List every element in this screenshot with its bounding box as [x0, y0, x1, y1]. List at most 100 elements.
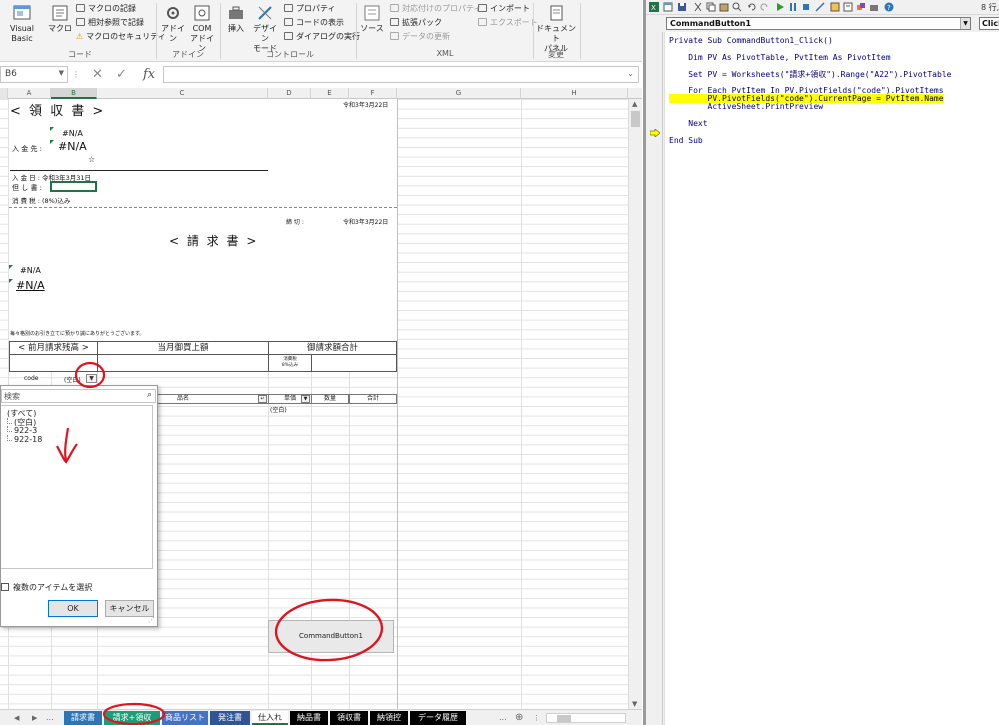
- active-cell-b6[interactable]: [50, 181, 97, 192]
- insert-control-button[interactable]: 挿入: [224, 4, 248, 34]
- pause-icon[interactable]: [788, 2, 798, 12]
- filter-ok-button[interactable]: OK: [48, 600, 98, 617]
- filter-item-922-18[interactable]: 922-18: [7, 435, 42, 444]
- insert-module-icon[interactable]: [663, 2, 673, 12]
- excel-icon[interactable]: X: [649, 2, 659, 12]
- col-header-a[interactable]: A: [8, 88, 51, 99]
- resize-grip-icon[interactable]: ⋰: [148, 616, 155, 624]
- col-header-f[interactable]: F: [349, 88, 397, 99]
- filter-dropdown-button[interactable]: ▼: [86, 374, 97, 383]
- scroll-thumb[interactable]: [631, 111, 640, 127]
- col-header-g[interactable]: G: [397, 88, 521, 99]
- com-addin-button[interactable]: COM アドイン: [188, 4, 216, 54]
- pivot-filter-dropdown[interactable]: 検索 ⌕ (すべて) (空白) 922-3 922-18 複数のアイテムを選択 O…: [0, 385, 158, 627]
- run-icon[interactable]: [775, 2, 785, 12]
- col-header-h[interactable]: H: [521, 88, 628, 99]
- code-line[interactable]: End Sub: [669, 136, 703, 145]
- macro-button[interactable]: マクロ: [47, 4, 73, 34]
- scroll-down-icon[interactable]: ▼: [632, 700, 637, 708]
- export-button[interactable]: エクスポート: [478, 18, 538, 28]
- document-panel-button[interactable]: ドキュメント パネル: [536, 4, 576, 54]
- col-header-c[interactable]: C: [97, 88, 268, 99]
- sheet-tab[interactable]: データ履歴: [410, 711, 466, 725]
- object-selector[interactable]: CommandButton1 ▼: [666, 17, 971, 30]
- tab-more-right[interactable]: ...: [499, 711, 507, 725]
- procedure-selector[interactable]: Click: [979, 17, 999, 30]
- filter-item-list[interactable]: (すべて) (空白) 922-3 922-18: [1, 405, 153, 569]
- sheet-tab[interactable]: 納品書: [290, 711, 328, 725]
- undo-icon[interactable]: [747, 2, 757, 12]
- add-sheet-icon[interactable]: ⊕: [515, 711, 523, 725]
- tab-more-left[interactable]: ...: [46, 711, 54, 725]
- redo-icon[interactable]: [759, 2, 769, 12]
- name-box[interactable]: B6 ▼: [0, 66, 68, 83]
- sheet-tab[interactable]: 商品リスト: [162, 711, 208, 725]
- paste-icon[interactable]: [719, 2, 729, 12]
- run-dialog-button[interactable]: ダイアログの実行: [284, 32, 360, 42]
- design-mode-icon[interactable]: [815, 2, 825, 12]
- col-header-e[interactable]: E: [311, 88, 349, 99]
- vertical-scrollbar[interactable]: ▲ ▼: [628, 99, 642, 709]
- enter-icon[interactable]: ✓: [116, 66, 127, 83]
- code-line[interactable]: Next: [669, 119, 707, 128]
- tax-incl-line-1: 消費税: [283, 357, 297, 362]
- expand-formula-icon[interactable]: ⌄: [627, 69, 634, 78]
- multi-select-checkbox[interactable]: 複数のアイテムを選択: [1, 582, 92, 593]
- copy-icon[interactable]: [706, 2, 716, 12]
- code-margin[interactable]: [646, 32, 663, 725]
- record-macro-button[interactable]: マクロの記録: [76, 4, 136, 14]
- tab-next-icon[interactable]: ▶: [32, 711, 37, 725]
- addin-button[interactable]: アドイン: [160, 4, 186, 44]
- document-panel-icon: [550, 5, 563, 21]
- save-icon[interactable]: [677, 2, 687, 12]
- sheet-tab[interactable]: 仕入れ: [252, 711, 288, 725]
- tab-prev-icon[interactable]: ◀: [14, 711, 19, 725]
- cut-icon[interactable]: [693, 2, 703, 12]
- filter-search-input[interactable]: 検索 ⌕: [1, 389, 156, 403]
- sheet-tab[interactable]: 請求書: [64, 711, 102, 725]
- stop-icon[interactable]: [801, 2, 811, 12]
- relative-ref-button[interactable]: 相対参照で記録: [76, 18, 144, 28]
- formula-input[interactable]: ⌄: [163, 66, 639, 83]
- code-line[interactable]: ActiveSheet.PrintPreview: [669, 102, 824, 111]
- refresh-data-button[interactable]: データの更新: [390, 32, 450, 42]
- visual-basic-button[interactable]: Visual Basic: [0, 4, 44, 44]
- code-window[interactable]: Private Sub CommandButton1_Click() Dim P…: [664, 32, 999, 725]
- checkbox-icon[interactable]: [1, 583, 9, 591]
- sheet-tab[interactable]: 発注書: [210, 711, 250, 725]
- chevron-down-icon[interactable]: ▼: [960, 18, 970, 29]
- code-line[interactable]: Dim PV As PivotTable, PvtItem As PivotIt…: [669, 53, 890, 62]
- sheet-tab[interactable]: 領収書: [330, 711, 368, 725]
- map-properties-button[interactable]: 対応付けのプロパティ: [390, 4, 482, 14]
- col-header-b[interactable]: B: [51, 88, 97, 99]
- sheet-tab[interactable]: 請求+領収: [104, 711, 160, 725]
- item-name-filter-button[interactable]: ↵: [258, 395, 267, 403]
- col-header-d[interactable]: D: [268, 88, 311, 99]
- scroll-up-icon[interactable]: ▲: [632, 100, 637, 108]
- toolbox-icon[interactable]: [869, 2, 879, 12]
- project-explorer-icon[interactable]: [830, 2, 840, 12]
- h-scroll-thumb[interactable]: [557, 715, 571, 722]
- help-icon[interactable]: ?: [884, 2, 894, 12]
- design-mode-button[interactable]: デザイン モード: [250, 4, 280, 54]
- sheet-tab[interactable]: 納領控: [370, 711, 408, 725]
- find-icon[interactable]: [732, 2, 742, 12]
- expansion-packs-button[interactable]: 拡張パック: [390, 18, 442, 28]
- code-line[interactable]: Private Sub CommandButton1_Click(): [669, 36, 833, 45]
- horizontal-scrollbar[interactable]: [546, 713, 626, 723]
- filter-item-922-3[interactable]: 922-3: [7, 426, 37, 435]
- properties-button[interactable]: プロパティ: [284, 4, 336, 14]
- macro-security-button[interactable]: ⚠ マクロのセキュリティ: [76, 32, 166, 42]
- view-code-button[interactable]: コードの表示: [284, 18, 344, 28]
- select-all-corner[interactable]: [0, 88, 8, 99]
- properties-window-icon[interactable]: [843, 2, 853, 12]
- object-browser-icon[interactable]: [856, 2, 866, 12]
- unit-price-filter-button[interactable]: ▼: [301, 395, 310, 403]
- command-button-1[interactable]: CommandButton1: [268, 620, 394, 653]
- cancel-icon[interactable]: ✕: [92, 66, 103, 83]
- code-line[interactable]: Set PV = Worksheets("請求+領収").Range("A22"…: [669, 69, 951, 80]
- insert-function-button[interactable]: fx: [143, 66, 155, 83]
- import-button[interactable]: インポート: [478, 4, 530, 14]
- filter-cancel-button[interactable]: キャンセル: [105, 600, 154, 617]
- xml-source-button[interactable]: ソース: [360, 4, 384, 34]
